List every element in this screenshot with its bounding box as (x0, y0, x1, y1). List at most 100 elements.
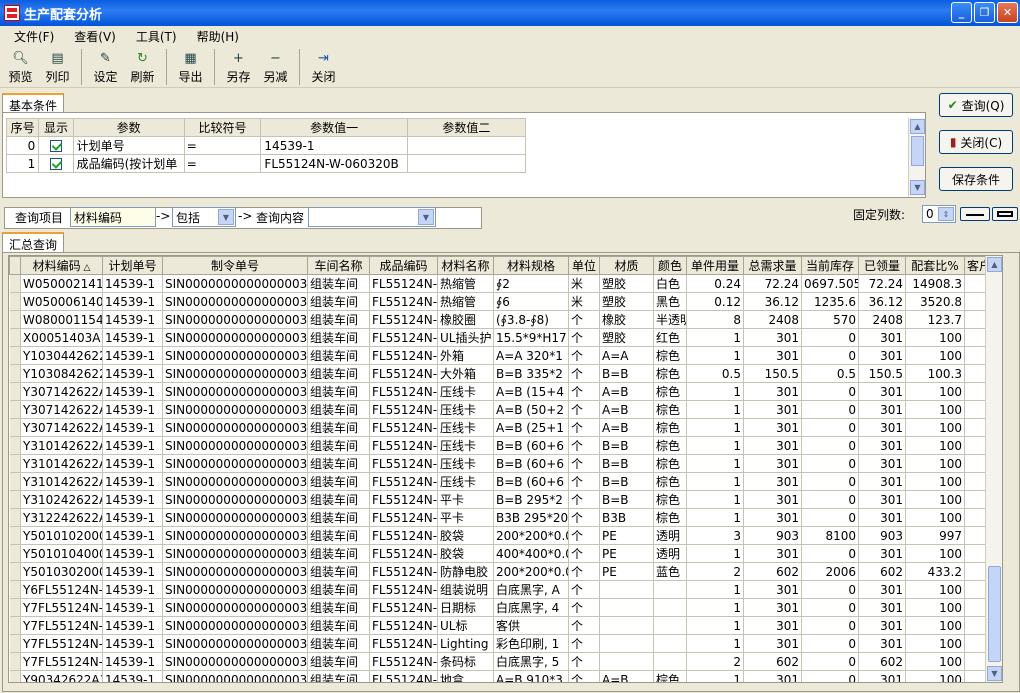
cell-match-ratio[interactable]: 433.2 (905, 562, 965, 581)
cell-unit-usage[interactable]: 2 (686, 652, 744, 671)
cell-material-name[interactable]: Lighting (437, 634, 494, 653)
cell-material-code[interactable]: Y1030442622 (20, 346, 103, 365)
query-content-select[interactable]: ▼ (308, 207, 436, 227)
cell-material[interactable]: B=B (599, 472, 654, 491)
cell-current-stock[interactable]: 0 (801, 616, 859, 635)
cell-received-qty[interactable]: 602 (858, 562, 906, 581)
cell-match-ratio[interactable]: 100 (905, 454, 965, 473)
cell-unit[interactable]: 个 (568, 328, 600, 347)
cell-workshop[interactable]: 组装车间 (307, 454, 370, 473)
cell-unit[interactable]: 米 (568, 292, 600, 311)
cell-current-stock[interactable]: 0 (801, 418, 859, 437)
cell-product-code[interactable]: FL55124N-W (369, 562, 438, 581)
col-material-code[interactable]: 材料编码 △ (20, 256, 103, 275)
row-indicator[interactable] (9, 526, 21, 545)
cell-unit[interactable]: 个 (568, 346, 600, 365)
cell-match-ratio[interactable]: 100 (905, 382, 965, 401)
cell-order-no[interactable]: SIN00000000000000035 (162, 310, 308, 329)
cell-material-code[interactable]: Y1030842622 (20, 364, 103, 383)
cell-material-spec[interactable]: 200*200*0.0 (493, 526, 569, 545)
criteria-value2[interactable] (406, 154, 527, 173)
cell-unit[interactable]: 个 (568, 634, 600, 653)
export-button[interactable]: ▦ 导出 (172, 46, 209, 85)
cell-unit[interactable]: 个 (568, 472, 600, 491)
cell-match-ratio[interactable]: 14908.3 (905, 274, 965, 293)
cell-match-ratio[interactable]: 123.7 (905, 310, 965, 329)
row-indicator[interactable] (9, 328, 21, 347)
cell-unit-usage[interactable]: 0.24 (686, 274, 744, 293)
scroll-thumb[interactable] (911, 136, 924, 166)
cell-material-spec[interactable]: A=B (25+1 (493, 418, 569, 437)
cell-material-code[interactable]: Y312242622A (20, 508, 103, 527)
cell-material-code[interactable]: Y7FL55124N- (20, 634, 103, 653)
cell-workshop[interactable]: 组装车间 (307, 382, 370, 401)
cell-unit[interactable]: 个 (568, 418, 600, 437)
cell-product-code[interactable]: FL55124N-W (369, 544, 438, 563)
cell-unit[interactable]: 个 (568, 616, 600, 635)
cell-product-code[interactable]: FL55124N-W (369, 508, 438, 527)
cell-color[interactable]: 棕色 (653, 418, 687, 437)
cell-order-no[interactable]: SIN00000000000000035 (162, 670, 308, 682)
minimize-button[interactable]: _ (951, 2, 972, 23)
cell-color[interactable]: 透明 (653, 526, 687, 545)
menu-view[interactable]: 查看(V) (64, 28, 126, 45)
cell-material[interactable]: 塑胶 (599, 274, 654, 293)
cell-current-stock[interactable]: 0.5 (801, 364, 859, 383)
cell-material[interactable]: 塑胶 (599, 328, 654, 347)
cell-unit-usage[interactable]: 1 (686, 472, 744, 491)
cell-current-stock[interactable]: 0 (801, 580, 859, 599)
cell-match-ratio[interactable]: 3520.8 (905, 292, 965, 311)
cell-material-name[interactable]: UL插头护 (437, 328, 494, 347)
cell-color[interactable] (653, 634, 687, 653)
criteria-operator[interactable]: = (183, 136, 262, 155)
cell-product-code[interactable]: FL55124N-W (369, 454, 438, 473)
cell-material-name[interactable]: 胶袋 (437, 544, 494, 563)
cell-product-code[interactable]: FL55124N-W (369, 526, 438, 545)
query-button[interactable]: ✔ 查询(Q) (939, 93, 1013, 117)
cell-total-demand[interactable]: 301 (743, 598, 802, 617)
cell-unit-usage[interactable]: 1 (686, 598, 744, 617)
cell-material-name[interactable]: 防静电胶 (437, 562, 494, 581)
cell-order-no[interactable]: SIN00000000000000035 (162, 544, 308, 563)
cell-material-code[interactable]: W0800011540 (20, 310, 103, 329)
cell-plan-no[interactable]: 14539-1 (102, 346, 163, 365)
table-row[interactable]: Y7FL55124N- 14539-1 SIN00000000000000035 组装… (9, 616, 1000, 635)
cell-product-code[interactable]: FL55124N-W (369, 328, 438, 347)
cell-plan-no[interactable]: 14539-1 (102, 616, 163, 635)
cell-material-name[interactable]: 压线卡 (437, 472, 494, 491)
cell-unit-usage[interactable]: 1 (686, 436, 744, 455)
cell-workshop[interactable]: 组装车间 (307, 436, 370, 455)
cell-material-spec[interactable]: (∮3.8-∮8) (493, 310, 569, 329)
cell-total-demand[interactable]: 301 (743, 544, 802, 563)
cell-total-demand[interactable]: 602 (743, 562, 802, 581)
cell-material[interactable]: PE (599, 526, 654, 545)
table-row[interactable]: Y307142622A 14539-1 SIN00000000000000035 组装… (9, 400, 1000, 419)
cell-received-qty[interactable]: 301 (858, 472, 906, 491)
cell-material-name[interactable]: 地盒 (437, 670, 494, 682)
cell-color[interactable]: 棕色 (653, 346, 687, 365)
col-order-no[interactable]: 制令单号 (162, 256, 308, 275)
cell-plan-no[interactable]: 14539-1 (102, 634, 163, 653)
cell-material-name[interactable]: 橡胶圈 (437, 310, 494, 329)
cell-unit-usage[interactable]: 0.12 (686, 292, 744, 311)
cell-material-spec[interactable]: B=B 295*2 (493, 490, 569, 509)
cell-workshop[interactable]: 组装车间 (307, 652, 370, 671)
col-total-demand[interactable]: 总需求量 (743, 256, 802, 275)
table-row[interactable]: W0500021410 14539-1 SIN00000000000000035 组装… (9, 274, 1000, 293)
row-indicator[interactable] (9, 580, 21, 599)
scroll-up-icon[interactable]: ▲ (987, 257, 1002, 272)
cell-material-spec[interactable]: B3B 295*20 (493, 508, 569, 527)
cell-unit-usage[interactable]: 1 (686, 670, 744, 682)
table-row[interactable]: Y1030842622 14539-1 SIN00000000000000035 组装… (9, 364, 1000, 383)
cell-plan-no[interactable]: 14539-1 (102, 526, 163, 545)
col-unit-usage[interactable]: 单件用量 (686, 256, 744, 275)
cell-product-code[interactable]: FL55124N-W (369, 490, 438, 509)
row-indicator[interactable] (9, 292, 21, 311)
cell-received-qty[interactable]: 301 (858, 454, 906, 473)
cell-received-qty[interactable]: 2408 (858, 310, 906, 329)
cell-unit[interactable]: 个 (568, 670, 600, 682)
cell-current-stock[interactable]: 0 (801, 400, 859, 419)
cell-material-name[interactable]: 压线卡 (437, 382, 494, 401)
cell-color[interactable]: 蓝色 (653, 562, 687, 581)
cell-material-spec[interactable]: 白底黑字, A (493, 580, 569, 599)
